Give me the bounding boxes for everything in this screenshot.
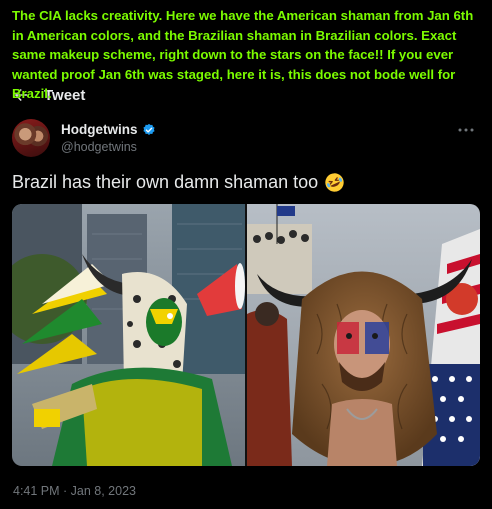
author-name-row: Hodgetwins	[61, 122, 156, 137]
verified-badge-icon	[142, 123, 156, 137]
tweet-author: Hodgetwins @hodgetwins	[12, 116, 480, 160]
author-handle[interactable]: @hodgetwins	[61, 140, 156, 154]
avatar[interactable]	[12, 119, 50, 157]
tweet-text: Brazil has their own damn shaman too	[12, 172, 319, 192]
rolling-on-floor-laughing-emoji-icon	[324, 172, 345, 193]
tweet-body: Brazil has their own damn shaman too	[12, 170, 482, 194]
photo-brazilian-shaman[interactable]	[12, 204, 245, 466]
author-info: Hodgetwins @hodgetwins	[61, 122, 156, 154]
overlay-caption: The CIA lacks creativity. Here we have t…	[12, 8, 474, 101]
photo-american-shaman[interactable]	[247, 204, 480, 466]
tweet-timestamp[interactable]: 4:41 PM · Jan 8, 2023	[13, 484, 136, 498]
more-horizontal-icon[interactable]	[456, 124, 476, 136]
author-display-name[interactable]: Hodgetwins	[61, 122, 138, 137]
tweet-media[interactable]	[12, 204, 480, 466]
